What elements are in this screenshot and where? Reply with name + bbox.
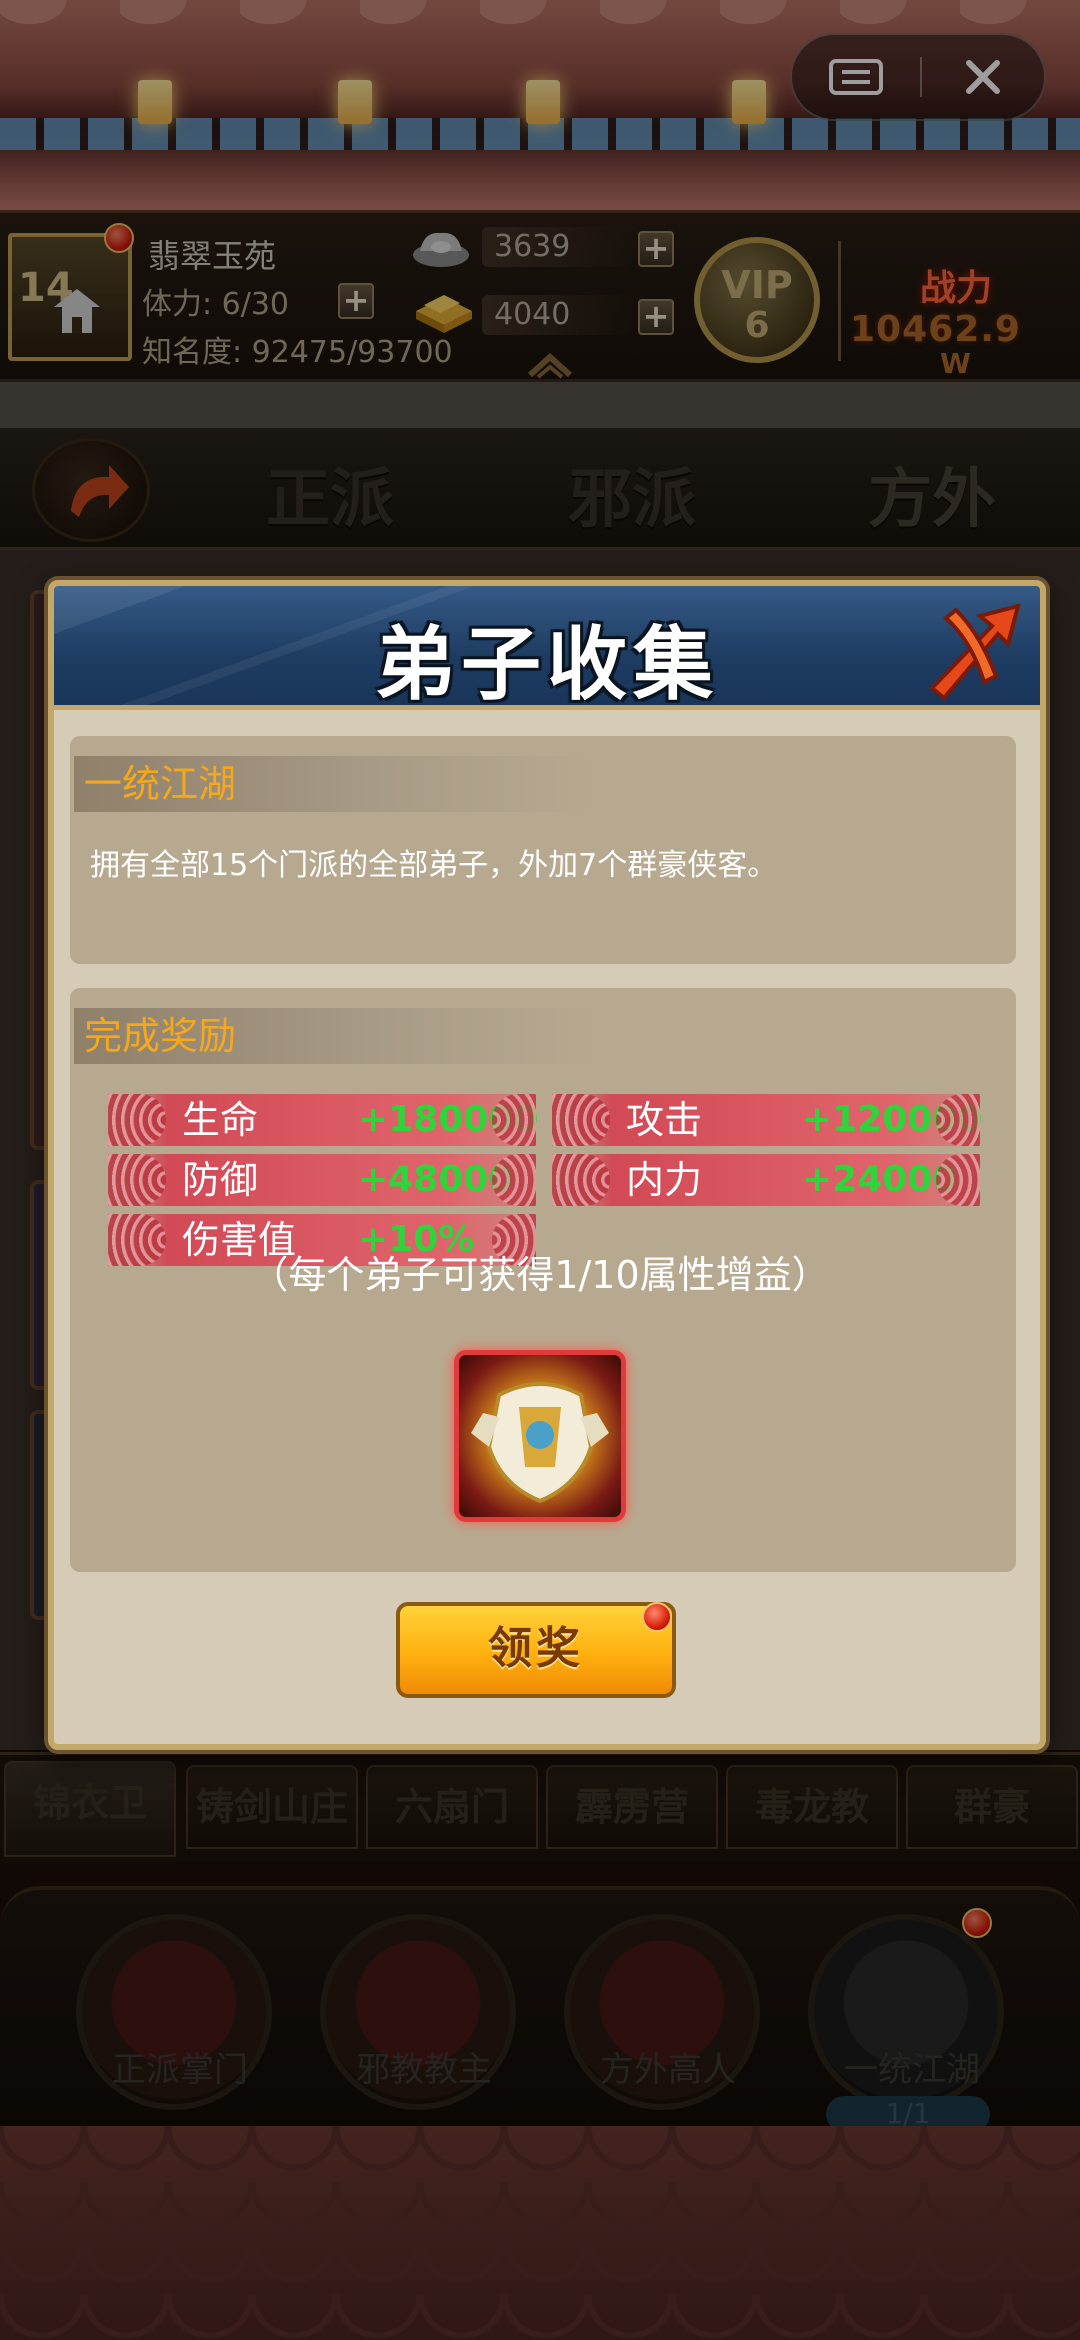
armor-icon — [471, 1382, 609, 1504]
stat-value: +180000 — [358, 1099, 539, 1140]
claim-reward-button[interactable]: 领奖 — [396, 1602, 676, 1698]
stat-hp: 生命 +180000 — [108, 1094, 539, 1146]
notification-dot — [642, 1602, 672, 1632]
stat-inner-power: 内力 +24000 — [552, 1154, 980, 1206]
section-title: 一统江湖 — [74, 756, 594, 812]
stat-value: +24000 — [802, 1159, 958, 1200]
section-title: 完成奖励 — [74, 1008, 594, 1064]
stat-name: 攻击 — [626, 1098, 703, 1142]
close-icon[interactable] — [922, 598, 1026, 702]
achievement-description: 拥有全部15个门派的全部弟子，外加7个群豪侠客。 — [90, 848, 778, 883]
reward-armor-item[interactable] — [454, 1350, 626, 1522]
dialog-title: 弟子收集 — [375, 618, 719, 710]
stat-attack: 攻击 +120000 — [552, 1094, 983, 1146]
bonus-note: （每个弟子可获得1/10属性增益） — [250, 1253, 830, 1297]
stat-name: 防御 — [182, 1158, 259, 1202]
achievement-panel: 一统江湖 拥有全部15个门派的全部弟子，外加7个群豪侠客。 — [70, 736, 1016, 964]
stat-value: +48000 — [358, 1159, 514, 1200]
stat-value: +120000 — [802, 1099, 983, 1140]
stat-name: 内力 — [626, 1158, 703, 1202]
stat-name: 生命 — [182, 1098, 259, 1142]
dialog-header: 弟子收集 — [54, 586, 1040, 710]
stat-defense: 防御 +48000 — [108, 1154, 536, 1206]
